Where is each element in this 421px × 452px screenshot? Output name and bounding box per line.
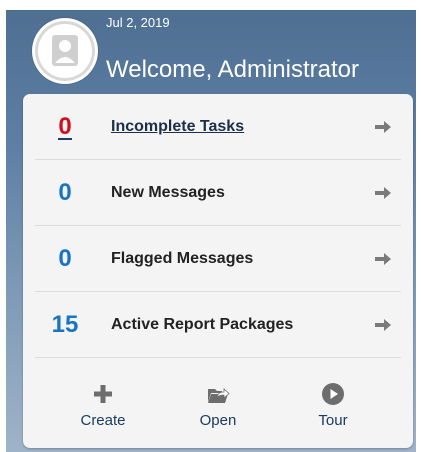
plus-icon — [94, 385, 112, 403]
summary-row-flagged-messages[interactable]: 0 Flagged Messages — [35, 226, 401, 292]
incomplete-tasks-count[interactable]: 0 — [35, 94, 95, 160]
arrow-right-icon[interactable] — [373, 251, 393, 267]
welcome-heading: Welcome, Administrator — [106, 56, 359, 83]
arrow-right-icon[interactable] — [373, 185, 393, 201]
quick-actions: Create Open Tour — [23, 374, 413, 448]
welcome-panel: Jul 2, 2019 Welcome, Administrator 0 Inc… — [6, 10, 416, 452]
play-circle-icon — [322, 383, 344, 405]
user-avatar-icon — [35, 21, 95, 81]
current-date: Jul 2, 2019 — [106, 15, 170, 30]
summary-row-active-report-packages[interactable]: 15 Active Report Packages — [35, 292, 401, 358]
summary-row-incomplete-tasks[interactable]: 0 Incomplete Tasks — [35, 94, 401, 160]
active-report-packages-label[interactable]: Active Report Packages — [111, 292, 293, 358]
flagged-messages-count: 0 — [58, 245, 72, 272]
new-messages-label[interactable]: New Messages — [111, 160, 225, 226]
open-folder-icon — [208, 388, 230, 403]
incomplete-tasks-label[interactable]: Incomplete Tasks — [111, 94, 244, 160]
open-label: Open — [199, 412, 237, 429]
summary-row-new-messages[interactable]: 0 New Messages — [35, 160, 401, 226]
user-avatar[interactable] — [32, 18, 98, 84]
tour-button[interactable]: Tour — [293, 374, 373, 444]
open-button[interactable]: Open — [178, 374, 258, 444]
new-messages-count: 0 — [58, 179, 72, 206]
tour-label: Tour — [318, 412, 348, 429]
arrow-right-icon[interactable] — [373, 119, 393, 135]
flagged-messages-label[interactable]: Flagged Messages — [111, 226, 253, 292]
summary-card: 0 Incomplete Tasks 0 New Messages 0 Flag… — [23, 94, 413, 448]
active-report-packages-count: 15 — [51, 311, 79, 338]
create-label: Create — [80, 412, 126, 429]
arrow-right-icon[interactable] — [373, 317, 393, 333]
create-button[interactable]: Create — [63, 374, 143, 444]
